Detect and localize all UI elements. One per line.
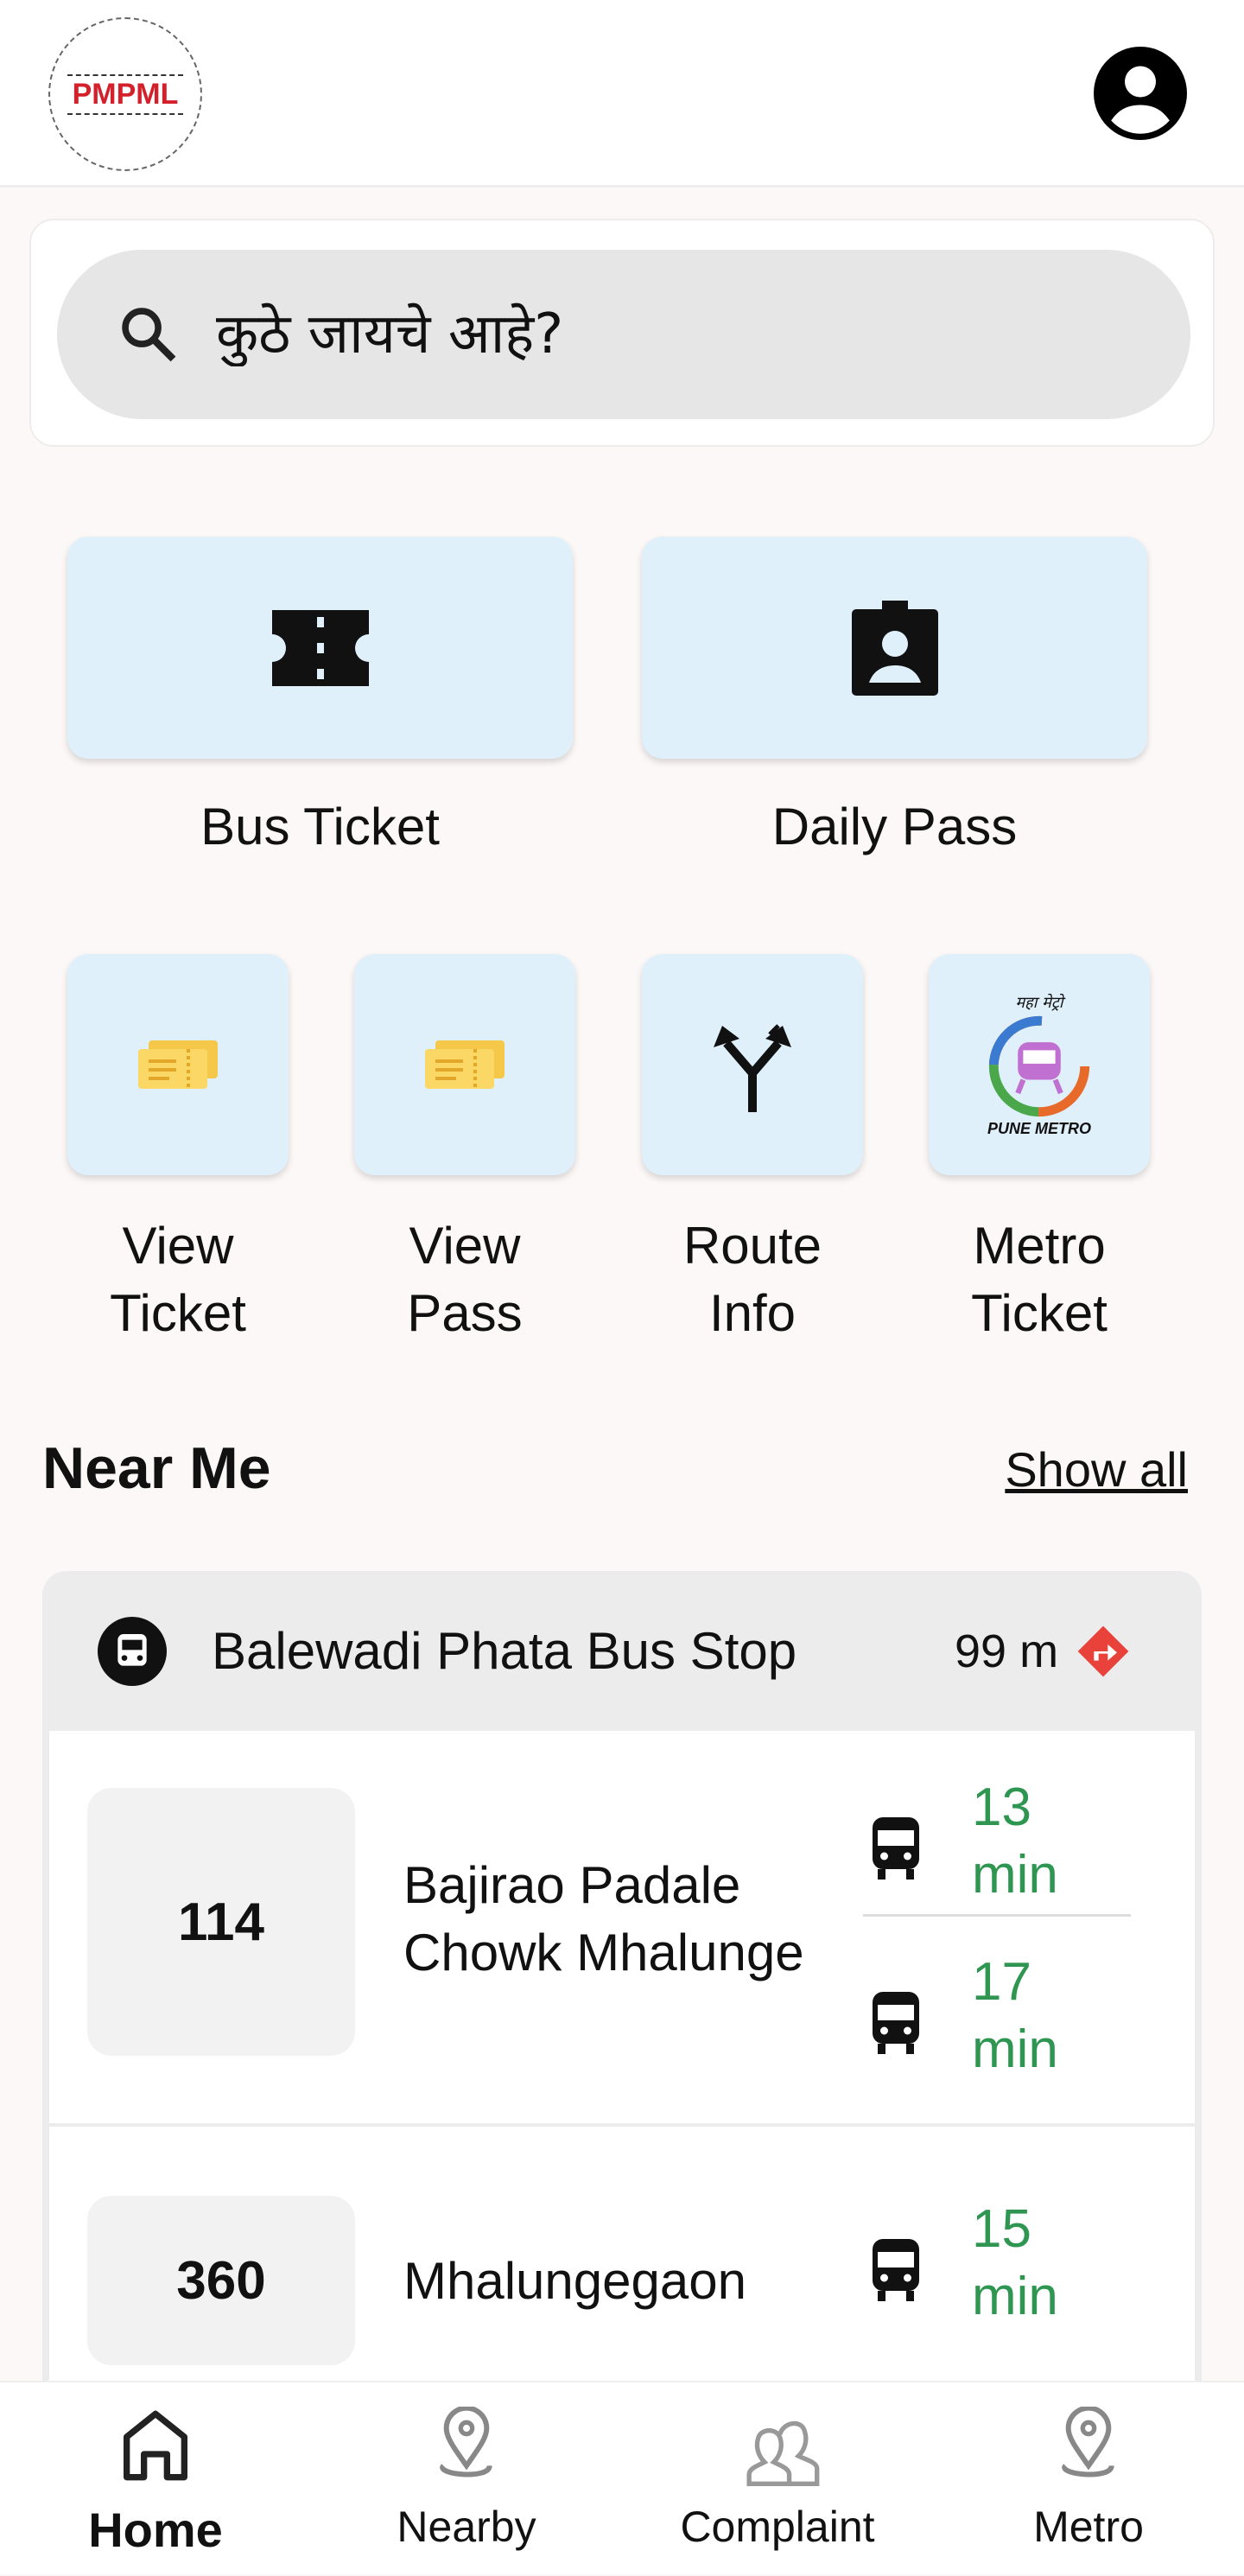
eta-divider bbox=[863, 1914, 1131, 1917]
nav-home[interactable]: Home bbox=[0, 2382, 311, 2576]
home-icon bbox=[124, 2410, 187, 2481]
directions-icon[interactable] bbox=[1076, 1624, 1131, 1679]
search-bar[interactable] bbox=[57, 250, 1190, 419]
route-number: 360 bbox=[87, 2196, 355, 2365]
location-pin-icon bbox=[1062, 2407, 1114, 2477]
route-info-label: Route Info bbox=[682, 1217, 822, 1342]
daily-pass-label: Daily Pass bbox=[771, 798, 1018, 855]
app-header: PMPML bbox=[0, 0, 1244, 188]
near-me-heading: Near Me bbox=[42, 1435, 271, 1501]
nav-complaint[interactable]: Complaint bbox=[622, 2382, 933, 2576]
location-pin-icon bbox=[440, 2407, 492, 2477]
bus-stop-card: Balewadi Phata Bus Stop 99 m 114 Bajirao… bbox=[42, 1571, 1202, 2435]
search-card bbox=[29, 219, 1215, 447]
pmpml-logo: PMPML bbox=[48, 17, 202, 171]
route-destination: Mhalungegaon bbox=[403, 2252, 747, 2310]
eta-item: 15 min bbox=[870, 2187, 1138, 2351]
bus-icon bbox=[873, 1992, 919, 2054]
route-info-button[interactable] bbox=[642, 954, 863, 1175]
bus-stop-distance: 99 m bbox=[955, 1625, 1059, 1677]
bus-icon bbox=[873, 2239, 919, 2301]
route-row[interactable]: 114 Bajirao Padale Chowk Mhalunge 13 min 1… bbox=[49, 1731, 1195, 2123]
bottom-nav: Home Nearby Complaint Metro bbox=[0, 2381, 1244, 2574]
fork-arrows-icon bbox=[714, 1024, 791, 1112]
view-pass-label: View Pass bbox=[407, 1217, 523, 1342]
daily-pass-button[interactable] bbox=[642, 537, 1147, 759]
bus-icon bbox=[873, 1817, 919, 1880]
id-badge-icon bbox=[851, 600, 938, 696]
bus-ticket-button[interactable] bbox=[67, 537, 573, 759]
route-destination: Bajirao Padale Chowk Mhalunge bbox=[403, 1856, 804, 1981]
account-circle-icon[interactable] bbox=[1094, 47, 1187, 140]
ticket-icon bbox=[271, 609, 369, 686]
bus-stop-icon bbox=[98, 1616, 167, 1686]
ticket-stub-icon bbox=[425, 1040, 505, 1089]
metro-ticket-button[interactable]: महा मेट्रो PUNE METRO bbox=[929, 954, 1150, 1175]
nav-nearby[interactable]: Nearby bbox=[311, 2382, 622, 2576]
view-ticket-label: View Ticket bbox=[110, 1217, 246, 1342]
bus-stop-header[interactable]: Balewadi Phata Bus Stop 99 m bbox=[42, 1571, 1202, 1731]
view-ticket-button[interactable] bbox=[67, 954, 289, 1175]
eta-item: 17 min bbox=[870, 1940, 1138, 2104]
users-icon bbox=[746, 2420, 820, 2486]
ticket-stub-icon bbox=[138, 1040, 218, 1089]
pune-metro-logo bbox=[988, 1015, 1090, 1116]
eta-item: 13 min bbox=[870, 1765, 1138, 1930]
metro-ticket-label: Metro Ticket bbox=[971, 1217, 1108, 1342]
nav-metro[interactable]: Metro bbox=[933, 2382, 1244, 2576]
search-input[interactable] bbox=[216, 302, 1166, 366]
search-icon bbox=[122, 308, 176, 362]
view-pass-button[interactable] bbox=[354, 954, 575, 1175]
bus-stop-name: Balewadi Phata Bus Stop bbox=[212, 1622, 797, 1680]
bus-ticket-label: Bus Ticket bbox=[200, 798, 440, 855]
route-number: 114 bbox=[87, 1788, 355, 2056]
show-all-link[interactable]: Show all bbox=[993, 1441, 1188, 1498]
